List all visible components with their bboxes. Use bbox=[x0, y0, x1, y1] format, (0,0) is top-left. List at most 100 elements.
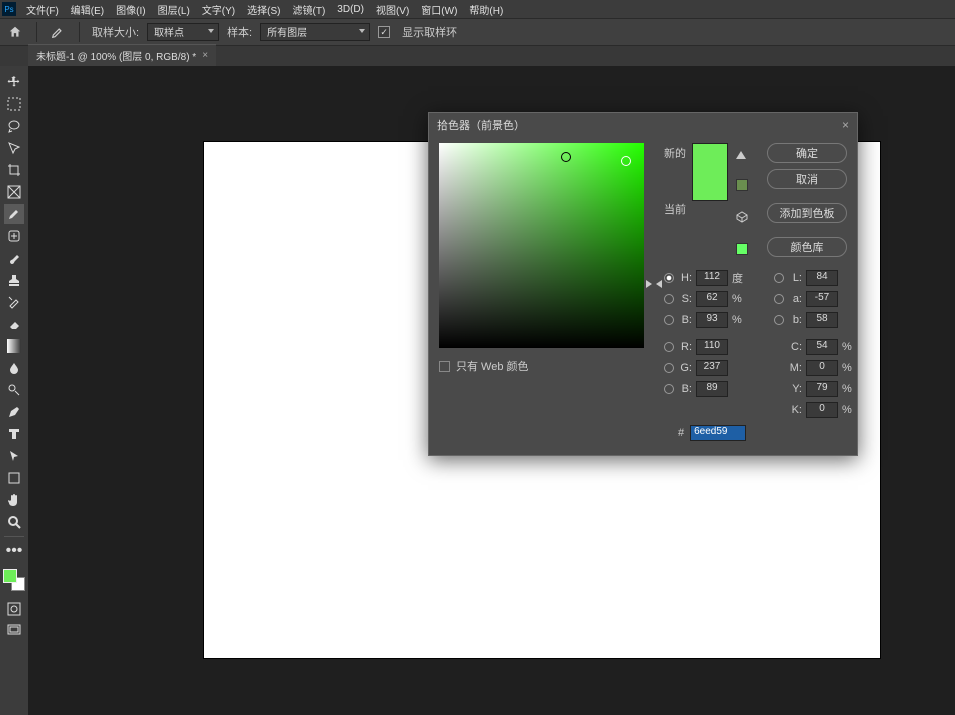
m-input[interactable]: 0 bbox=[806, 360, 838, 376]
lasso-tool[interactable] bbox=[4, 116, 24, 136]
web-only-checkbox[interactable] bbox=[439, 361, 450, 372]
hue-handle-right-icon bbox=[656, 280, 662, 288]
sample-size-select[interactable]: 取样点 bbox=[147, 23, 219, 41]
add-to-swatches-button[interactable]: 添加到色板 bbox=[767, 203, 847, 223]
document-tab[interactable]: 未标题-1 @ 100% (图层 0, RGB/8) * × bbox=[28, 44, 216, 66]
h-input[interactable]: 112 bbox=[696, 270, 728, 286]
color-swatches[interactable] bbox=[3, 569, 25, 591]
crop-tool[interactable] bbox=[4, 160, 24, 180]
web-safe-swatch[interactable] bbox=[736, 243, 748, 255]
separator bbox=[4, 536, 24, 537]
l-radio[interactable] bbox=[774, 273, 784, 283]
s-input[interactable]: 62 bbox=[696, 291, 728, 307]
menu-view[interactable]: 视图(V) bbox=[370, 0, 415, 19]
show-ring-checkbox[interactable] bbox=[378, 26, 390, 38]
color-field-marker-new bbox=[561, 152, 571, 162]
zoom-tool[interactable] bbox=[4, 512, 24, 532]
toolbox: ••• bbox=[0, 66, 28, 715]
foreground-color-swatch[interactable] bbox=[3, 569, 17, 583]
hex-hash-label: # bbox=[678, 427, 684, 439]
dialog-title-bar[interactable]: 拾色器（前景色） × bbox=[429, 113, 857, 137]
s-radio[interactable] bbox=[664, 294, 674, 304]
blue-input[interactable]: 89 bbox=[696, 381, 728, 397]
hand-tool[interactable] bbox=[4, 490, 24, 510]
tab-bar: 未标题-1 @ 100% (图层 0, RGB/8) * × bbox=[0, 46, 955, 66]
dodge-tool[interactable] bbox=[4, 380, 24, 400]
menu-filter[interactable]: 滤镜(T) bbox=[287, 0, 332, 19]
menu-image[interactable]: 图像(I) bbox=[110, 0, 151, 19]
y-unit: % bbox=[842, 383, 856, 395]
eyedropper-tool[interactable] bbox=[4, 204, 24, 224]
blue-radio[interactable] bbox=[664, 384, 674, 394]
quick-mask-tool[interactable] bbox=[4, 599, 24, 619]
h-radio[interactable] bbox=[664, 273, 674, 283]
separator bbox=[36, 22, 37, 42]
eyedropper-tool-icon[interactable] bbox=[49, 23, 67, 41]
a-input[interactable]: -57 bbox=[806, 291, 838, 307]
type-tool[interactable] bbox=[4, 424, 24, 444]
close-icon[interactable]: × bbox=[202, 50, 208, 61]
web-safe-icon[interactable] bbox=[736, 211, 748, 223]
path-select-tool[interactable] bbox=[4, 446, 24, 466]
frame-tool[interactable] bbox=[4, 182, 24, 202]
stamp-tool[interactable] bbox=[4, 270, 24, 290]
edit-toolbar[interactable]: ••• bbox=[4, 541, 24, 561]
s-label: S: bbox=[678, 293, 692, 305]
b-radio[interactable] bbox=[664, 315, 674, 325]
c-input[interactable]: 54 bbox=[806, 339, 838, 355]
new-color-label: 新的 bbox=[664, 145, 686, 161]
color-field[interactable] bbox=[439, 143, 644, 348]
g-radio[interactable] bbox=[664, 363, 674, 373]
home-icon[interactable] bbox=[6, 23, 24, 41]
spot-heal-tool[interactable] bbox=[4, 226, 24, 246]
screen-mode-tool[interactable] bbox=[4, 621, 24, 641]
menu-select[interactable]: 选择(S) bbox=[241, 0, 286, 19]
menu-edit[interactable]: 编辑(E) bbox=[65, 0, 110, 19]
gamut-swatch[interactable] bbox=[736, 179, 748, 191]
color-libraries-button[interactable]: 颜色库 bbox=[767, 237, 847, 257]
brush-tool[interactable] bbox=[4, 248, 24, 268]
move-tool[interactable] bbox=[4, 72, 24, 92]
l-input[interactable]: 84 bbox=[806, 270, 838, 286]
shape-tool[interactable] bbox=[4, 468, 24, 488]
quick-select-tool[interactable] bbox=[4, 138, 24, 158]
sample-select[interactable]: 所有图层 bbox=[260, 23, 370, 41]
l-label: L: bbox=[788, 272, 802, 284]
g-input[interactable]: 237 bbox=[696, 360, 728, 376]
y-input[interactable]: 79 bbox=[806, 381, 838, 397]
pen-tool[interactable] bbox=[4, 402, 24, 422]
preview-current[interactable] bbox=[693, 172, 727, 200]
dialog-title: 拾色器（前景色） bbox=[437, 117, 525, 133]
hex-input[interactable]: 6eed59 bbox=[690, 425, 746, 441]
k-label: K: bbox=[788, 404, 802, 416]
menu-layer[interactable]: 图层(L) bbox=[152, 0, 196, 19]
menu-file[interactable]: 文件(F) bbox=[20, 0, 65, 19]
k-input[interactable]: 0 bbox=[806, 402, 838, 418]
preview-new bbox=[693, 144, 727, 172]
r-radio[interactable] bbox=[664, 342, 674, 352]
close-icon[interactable]: × bbox=[842, 118, 849, 132]
blur-tool[interactable] bbox=[4, 358, 24, 378]
marquee-tool[interactable] bbox=[4, 94, 24, 114]
menu-window[interactable]: 窗口(W) bbox=[415, 0, 463, 19]
gamut-warning-icon[interactable] bbox=[736, 151, 746, 159]
menu-help[interactable]: 帮助(H) bbox=[463, 0, 509, 19]
b-input[interactable]: 93 bbox=[696, 312, 728, 328]
cancel-button[interactable]: 取消 bbox=[767, 169, 847, 189]
eraser-tool[interactable] bbox=[4, 314, 24, 334]
lab-b-input[interactable]: 58 bbox=[806, 312, 838, 328]
lab-b-radio[interactable] bbox=[774, 315, 784, 325]
color-field-marker-current bbox=[621, 156, 631, 166]
r-input[interactable]: 110 bbox=[696, 339, 728, 355]
web-only-label: 只有 Web 颜色 bbox=[456, 358, 529, 374]
history-brush-tool[interactable] bbox=[4, 292, 24, 312]
menu-3d[interactable]: 3D(D) bbox=[331, 2, 370, 17]
s-unit: % bbox=[732, 293, 746, 305]
y-label: Y: bbox=[788, 383, 802, 395]
k-unit: % bbox=[842, 404, 856, 416]
gradient-tool[interactable] bbox=[4, 336, 24, 356]
a-radio[interactable] bbox=[774, 294, 784, 304]
ok-button[interactable]: 确定 bbox=[767, 143, 847, 163]
menu-type[interactable]: 文字(Y) bbox=[196, 0, 241, 19]
current-color-label: 当前 bbox=[664, 201, 686, 217]
